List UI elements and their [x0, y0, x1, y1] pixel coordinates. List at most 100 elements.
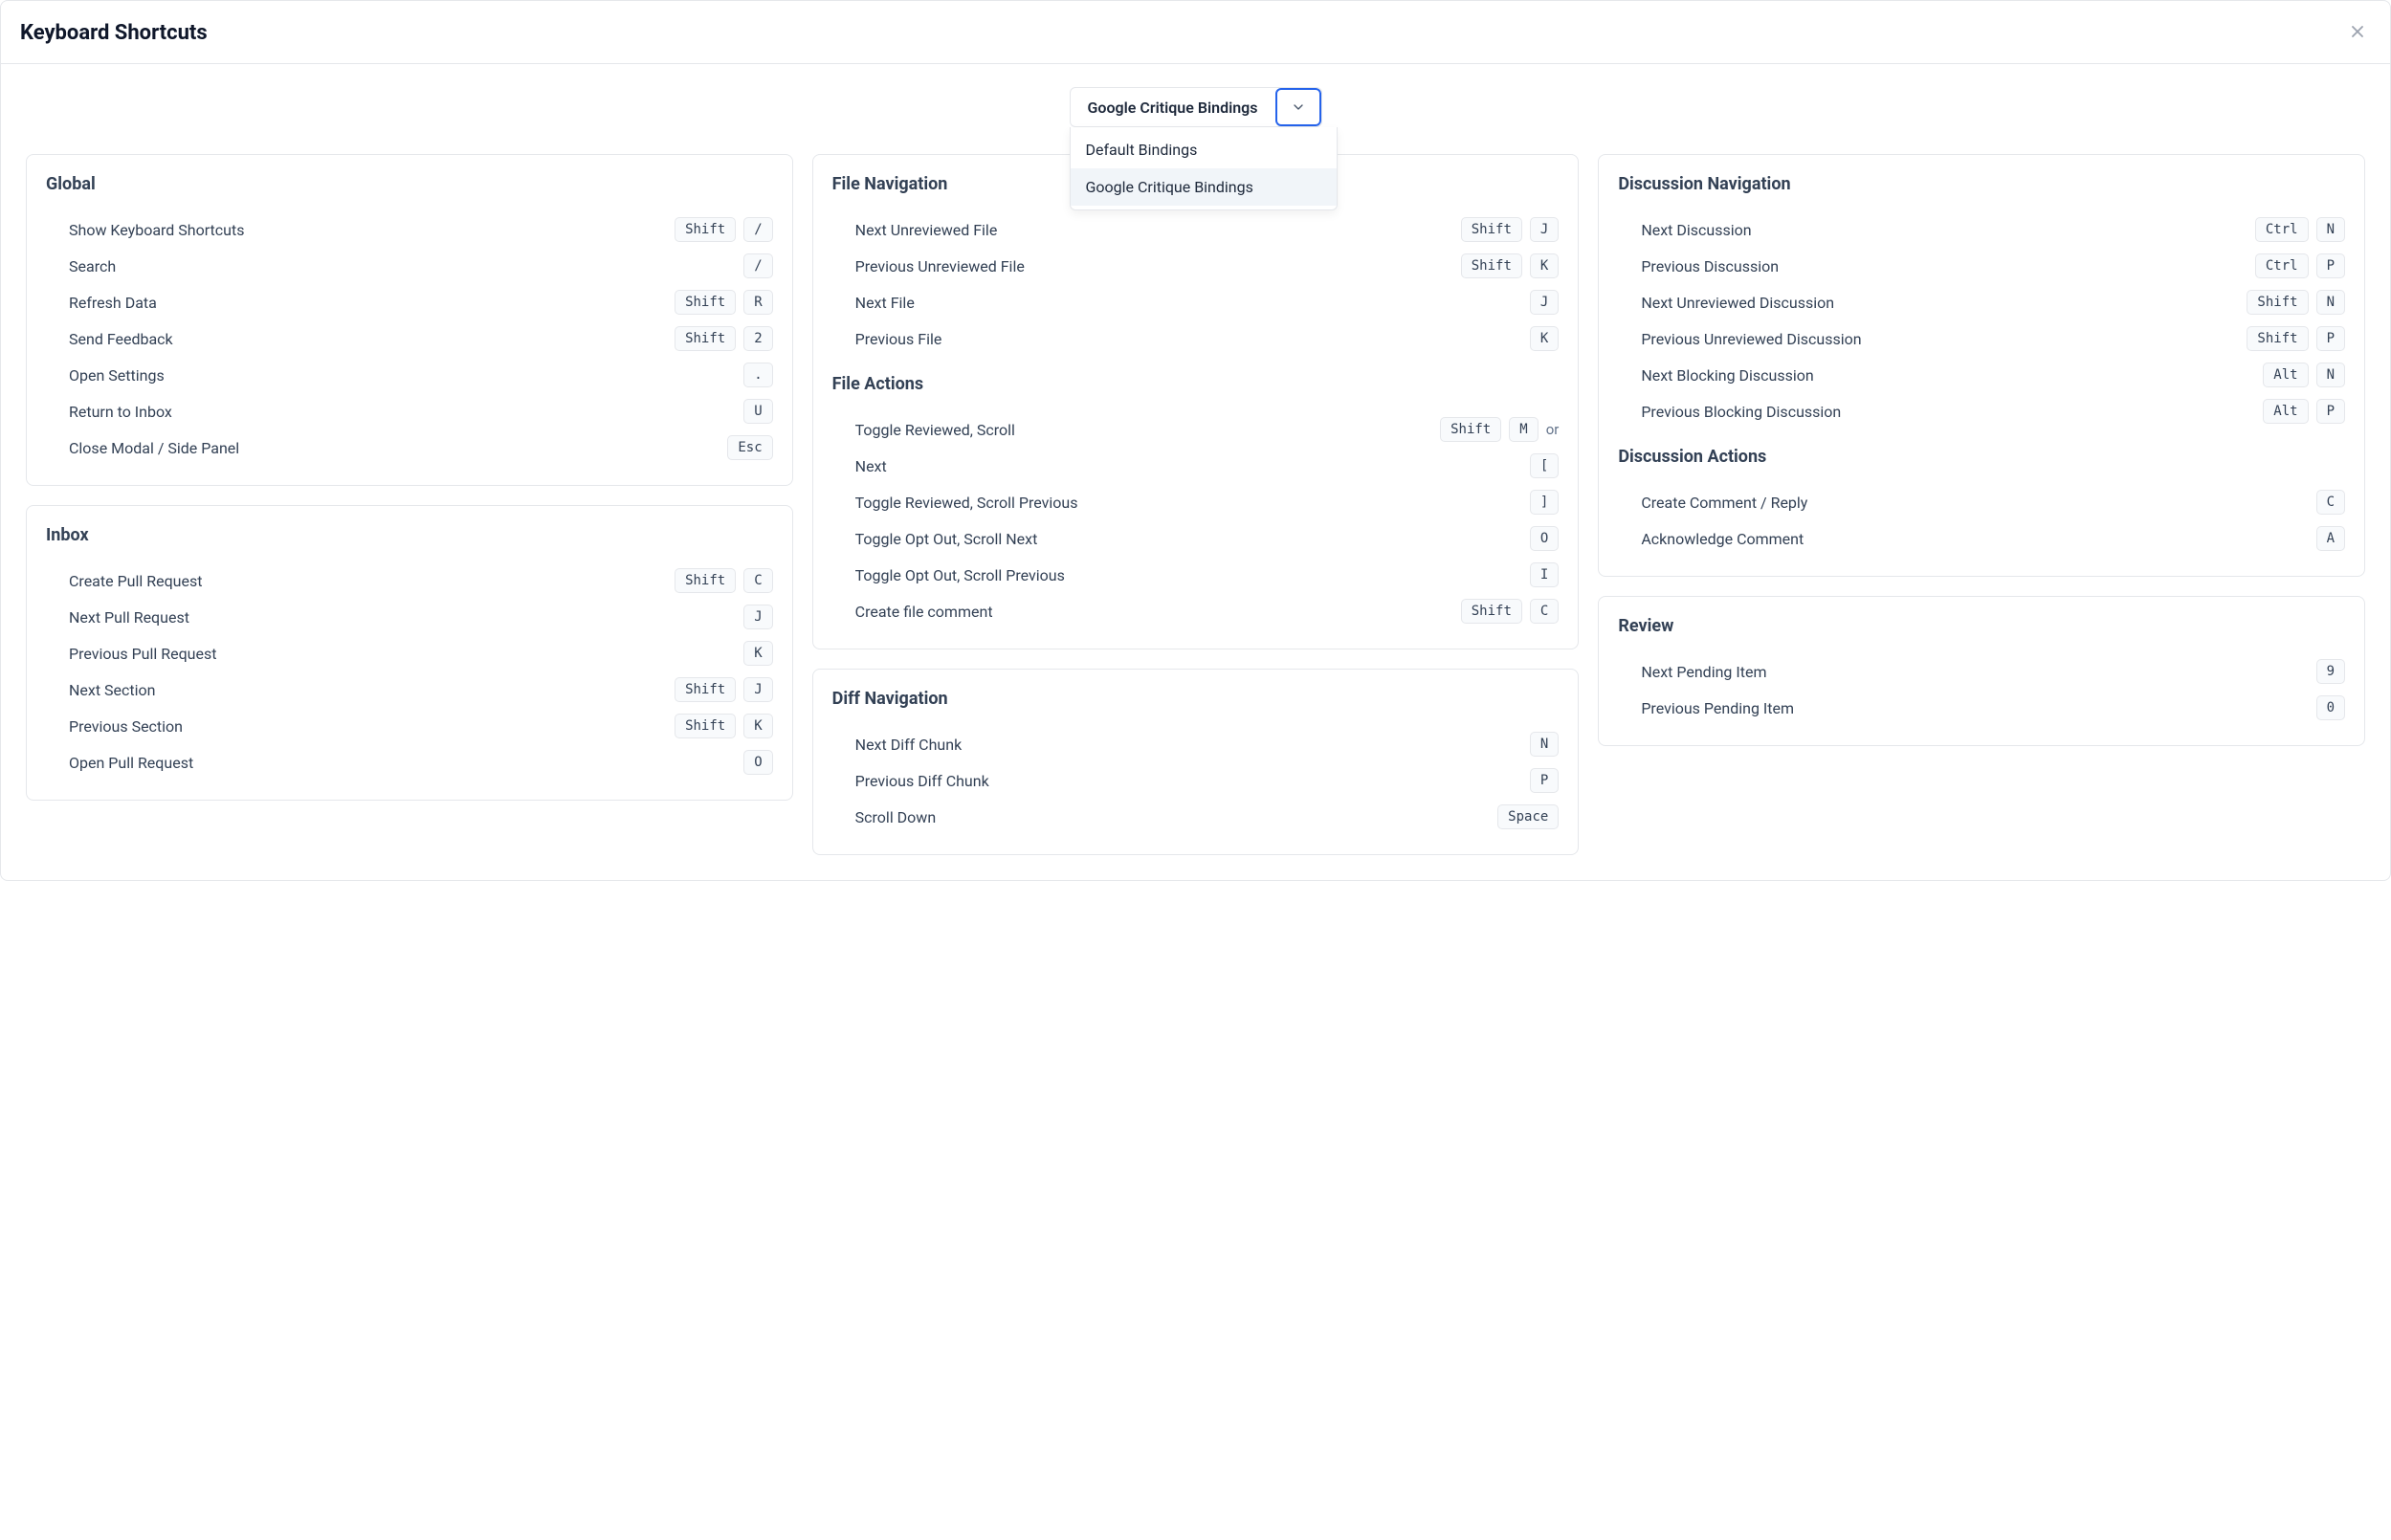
shortcut-label: Toggle Reviewed, Scroll Previous: [832, 494, 1078, 512]
section-title: Diff Navigation: [832, 689, 1560, 709]
shortcut-keys: ShiftR: [675, 290, 773, 315]
section-title: File Actions: [832, 374, 1560, 394]
shortcut-keys: CtrlP: [2255, 253, 2345, 278]
shortcut-keys: J: [743, 605, 772, 629]
shortcut-row: Next Section ShiftJ: [46, 671, 773, 708]
key: Shift: [1461, 599, 1522, 624]
keyboard-shortcuts-modal: Keyboard Shortcuts Google Critique Bindi…: [0, 0, 2391, 881]
shortcut-row: Previous FileK: [832, 320, 1560, 357]
shortcut-label: Return to Inbox: [46, 403, 172, 421]
shortcut-row: Create Pull RequestShiftC: [46, 562, 773, 599]
key: J: [743, 677, 772, 702]
shortcut-row: Next DiscussionCtrlN: [1618, 211, 2345, 248]
shortcut-keys: 9: [2316, 659, 2345, 684]
bindings-option-google-critique[interactable]: Google Critique Bindings: [1071, 168, 1337, 206]
key: Shift: [1461, 217, 1522, 242]
key: Shift: [1461, 253, 1522, 278]
shortcut-keys: O: [743, 750, 772, 775]
key: C: [2316, 490, 2345, 515]
shortcut-label: Next Pull Request: [46, 608, 189, 627]
key: N: [2316, 217, 2345, 242]
key: Shift: [2247, 326, 2308, 351]
shortcut-row: Create file commentShiftC: [832, 593, 1560, 629]
key: Shift: [1440, 417, 1501, 442]
shortcut-panel: Discussion Navigation Next DiscussionCtrl…: [1598, 154, 2365, 577]
shortcut-keys: A: [2316, 526, 2345, 551]
key: J: [1530, 290, 1559, 315]
shortcut-label: Previous Unreviewed File: [832, 257, 1025, 275]
shortcut-label: Acknowledge Comment: [1618, 530, 1804, 548]
shortcut-panels: GlobalShow Keyboard ShortcutsShift/Searc…: [1, 127, 2390, 880]
key: .: [743, 363, 772, 387]
shortcut-label: Next Blocking Discussion: [1618, 366, 1813, 385]
shortcut-label: Create file comment: [832, 603, 993, 621]
shortcut-keys: /: [743, 253, 772, 278]
close-icon: [2348, 22, 2367, 44]
close-button[interactable]: [2344, 18, 2371, 48]
section-title: Discussion Actions: [1618, 447, 2345, 467]
key: Alt: [2263, 363, 2308, 387]
shortcut-row: Next Blocking DiscussionAltN: [1618, 357, 2345, 393]
bindings-dropdown-label: Google Critique Bindings: [1071, 99, 1275, 117]
shortcut-keys: ]: [1530, 490, 1559, 515]
shortcut-keys: 0: [2316, 695, 2345, 720]
shortcut-label: Next File: [832, 294, 915, 312]
bindings-dropdown: Google Critique Bindings Default Binding…: [1070, 87, 1322, 127]
shortcut-row: Next Pending Item9: [1618, 653, 2345, 690]
shortcut-label: Previous Section: [46, 717, 183, 736]
key: J: [743, 605, 772, 629]
key: Shift: [675, 714, 736, 738]
chevron-down-icon[interactable]: [1275, 88, 1321, 126]
shortcut-keys: Shift P: [2247, 326, 2345, 351]
shortcut-label: Next Unreviewed File: [832, 221, 998, 239]
key: I: [1530, 562, 1559, 587]
shortcut-keys: K: [1530, 326, 1559, 351]
shortcut-keys: [: [1530, 453, 1559, 478]
shortcut-label: Toggle Reviewed, Scroll: [832, 421, 1015, 439]
shortcut-keys: P: [1530, 768, 1559, 793]
section-title: Discussion Navigation: [1618, 174, 2345, 194]
key: Alt: [2263, 399, 2308, 424]
shortcut-row: Next Unreviewed DiscussionShiftN: [1618, 284, 2345, 320]
key: 0: [2316, 695, 2345, 720]
key: N: [1530, 732, 1559, 757]
shortcut-keys: K: [743, 641, 772, 666]
shortcut-keys: ShiftC: [675, 568, 773, 593]
shortcut-row: Previous Blocking DiscussionAltP: [1618, 393, 2345, 429]
bindings-option-default[interactable]: Default Bindings: [1071, 131, 1337, 168]
shortcut-label: Toggle Opt Out, Scroll Next: [832, 530, 1038, 548]
key: P: [2316, 326, 2345, 351]
key: C: [743, 568, 772, 593]
shortcut-row: Open Pull RequestO: [46, 744, 773, 781]
key: /: [743, 253, 772, 278]
shortcut-label: Next Diff Chunk: [832, 736, 963, 754]
shortcut-label: Previous Diff Chunk: [832, 772, 989, 790]
modal-header: Keyboard Shortcuts: [1, 1, 2390, 64]
bindings-toolbar: Google Critique Bindings Default Binding…: [1, 64, 2390, 127]
shortcut-row: Toggle Reviewed, Scroll Previous]: [832, 484, 1560, 520]
key: N: [2316, 290, 2345, 315]
shortcut-row: Show Keyboard ShortcutsShift/: [46, 211, 773, 248]
bindings-dropdown-trigger[interactable]: Google Critique Bindings: [1070, 87, 1322, 127]
shortcut-label: Show Keyboard Shortcuts: [46, 221, 244, 239]
shortcut-label: Scroll Down: [832, 808, 937, 826]
shortcut-keys: ShiftK: [1461, 253, 1560, 278]
shortcut-label: Previous Discussion: [1618, 257, 1779, 275]
shortcut-label: Next: [832, 457, 887, 475]
shortcut-row: Scroll DownSpace: [832, 799, 1560, 835]
key: A: [2316, 526, 2345, 551]
shortcut-keys: AltP: [2263, 399, 2345, 424]
shortcut-keys: ShiftJ: [675, 677, 773, 702]
shortcut-row: Next Diff Chunk N: [832, 726, 1560, 762]
shortcut-row: Previous Unreviewed File ShiftK: [832, 248, 1560, 284]
shortcut-keys: CtrlN: [2255, 217, 2345, 242]
shortcut-panel: File NavigationNext Unreviewed FileShift…: [812, 154, 1580, 649]
key: O: [1530, 526, 1559, 551]
shortcut-label: Toggle Opt Out, Scroll Previous: [832, 566, 1065, 584]
key: ]: [1530, 490, 1559, 515]
shortcut-row: Previous SectionShiftK: [46, 708, 773, 744]
key: Shift: [675, 326, 736, 351]
shortcut-label: Next Section: [46, 681, 155, 699]
bindings-dropdown-menu: Default Bindings Google Critique Binding…: [1070, 127, 1338, 210]
shortcut-label: Open Settings: [46, 366, 165, 385]
